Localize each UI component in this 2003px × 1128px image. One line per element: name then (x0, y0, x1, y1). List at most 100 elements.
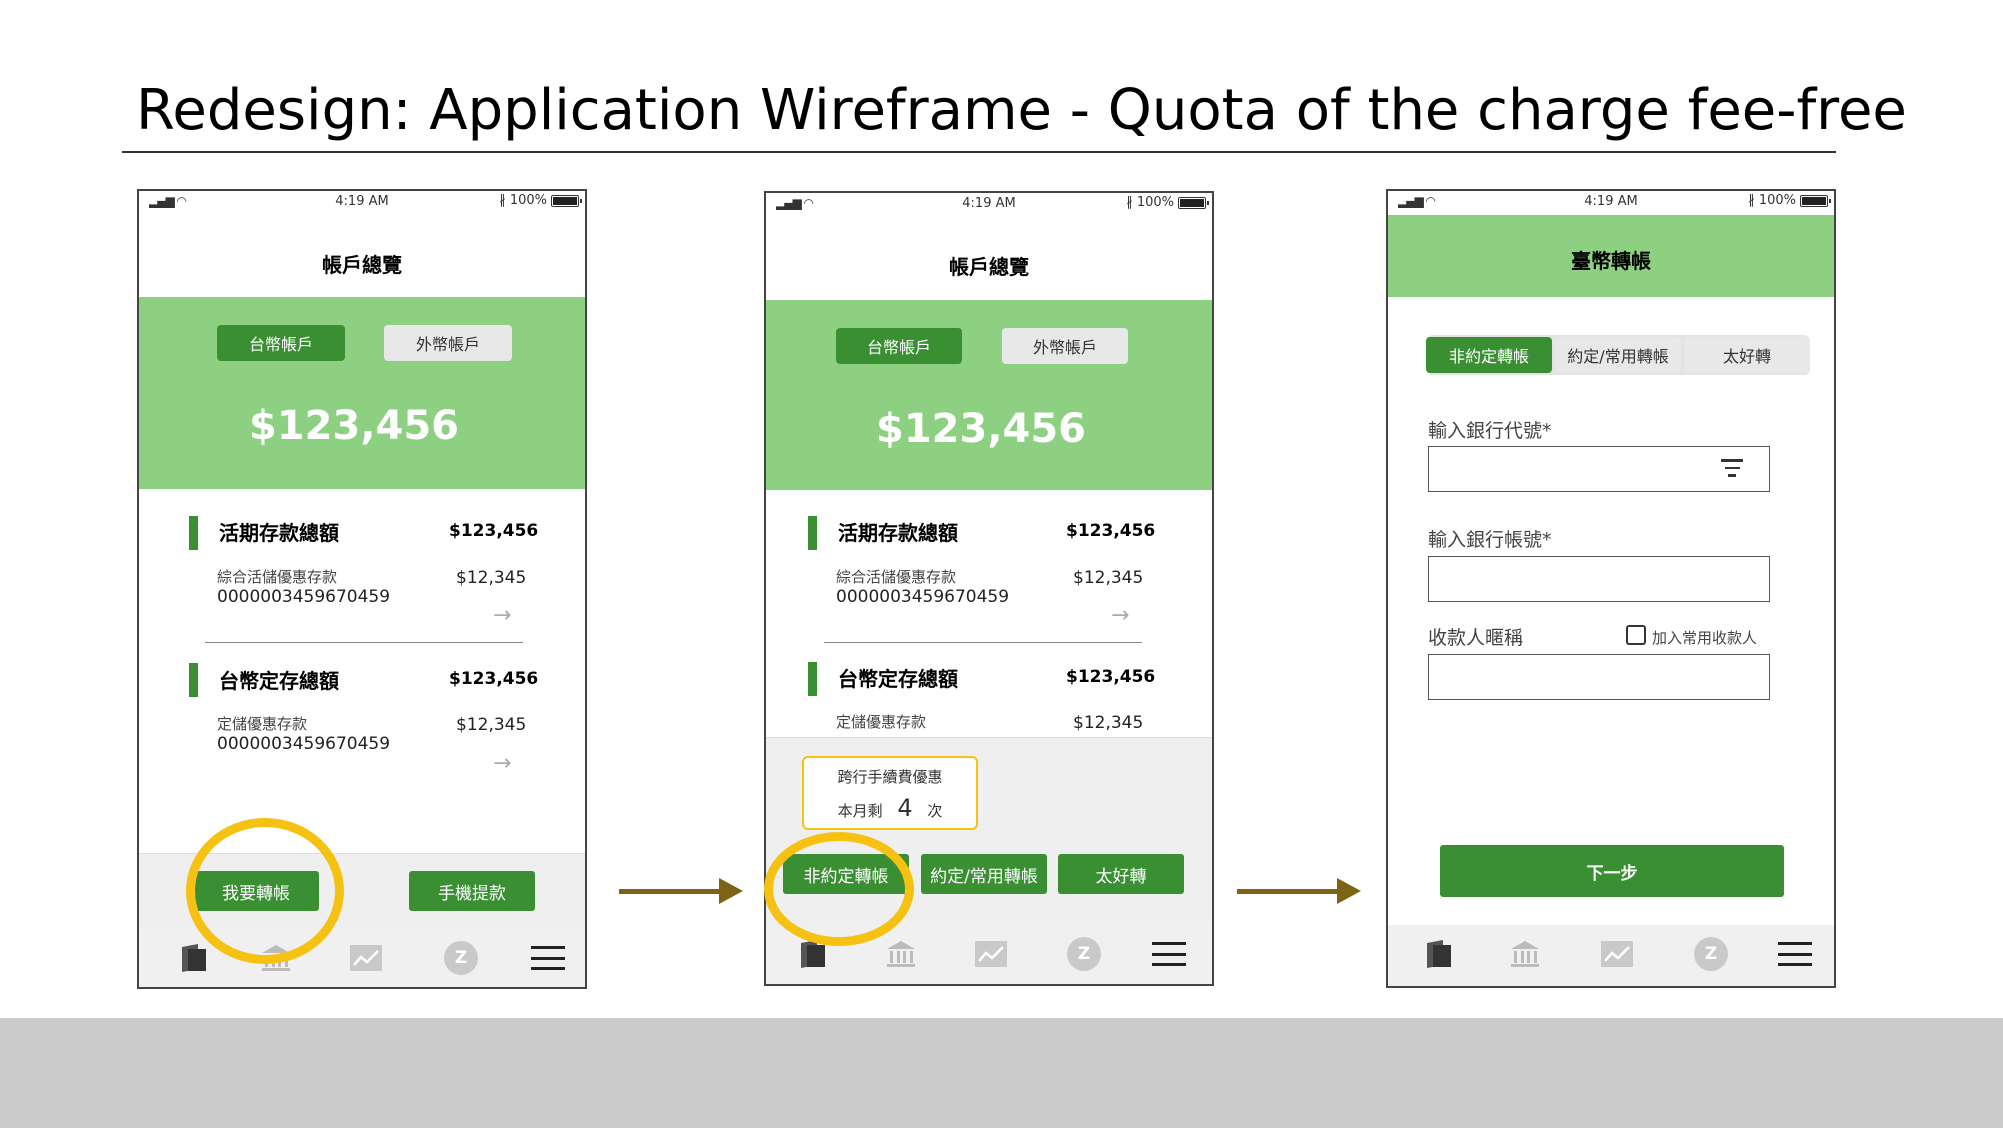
chart-icon[interactable] (974, 937, 1008, 971)
mobile-withdraw-button[interactable]: 手機提款 (409, 871, 535, 911)
title-divider (122, 151, 1836, 153)
highlight-circle-transfer (186, 818, 344, 964)
add-payee-label: 加入常用收款人 (1652, 629, 1758, 647)
battery-icon (1800, 194, 1831, 207)
tab-twd-account[interactable]: 台幣帳戶 (836, 328, 962, 364)
chart-icon[interactable] (349, 941, 383, 975)
account-name: 綜合活儲優惠存款 (836, 568, 957, 586)
menu-icon[interactable] (531, 941, 565, 975)
quota-suffix: 次 (927, 802, 943, 820)
account-amount: $12,345 (1073, 713, 1144, 733)
status-bar: ▂▄▆ ◠ 4:19 AM ∦ 100% (1388, 191, 1834, 213)
flow-arrow-1 (619, 878, 743, 904)
tab-quick-transfer[interactable]: 太好轉 (1684, 337, 1810, 373)
tab-non-designated[interactable]: 非約定轉帳 (1426, 337, 1552, 373)
wallet-icon[interactable] (1422, 937, 1456, 971)
section-total-time-deposit: $123,456 (1066, 667, 1156, 687)
tab-foreign-account[interactable]: 外幣帳戶 (1002, 328, 1128, 364)
bluetooth-icon: ∦ (1748, 193, 1755, 208)
account-name: 綜合活儲優惠存款 (217, 568, 338, 586)
bluetooth-icon: ∦ (499, 193, 506, 208)
page-title: 帳戶總覽 (949, 255, 1029, 279)
tab-twd-account[interactable]: 台幣帳戶 (217, 325, 345, 361)
section-title-savings: 活期存款總額 (838, 521, 958, 545)
section-marker (808, 516, 817, 550)
account-name: 定儲優惠存款 (836, 713, 927, 731)
section-title-savings: 活期存款總額 (219, 521, 339, 545)
chart-icon[interactable] (1600, 937, 1634, 971)
section-marker (808, 662, 817, 696)
slide-title: Redesign: Application Wireframe - Quota … (136, 78, 1907, 143)
total-balance: $123,456 (248, 403, 460, 449)
account-number: 0000003459670459 (836, 587, 1010, 607)
account-amount: $12,345 (456, 568, 527, 588)
bank-icon[interactable] (884, 937, 918, 971)
status-bar: ▂▄▆ ◠ 4:19 AM ∦ 100% (139, 191, 585, 213)
balance-panel: 台幣帳戶 外幣帳戶 $123,456 (139, 297, 585, 489)
bank-code-label: 輸入銀行代號* (1428, 420, 1552, 442)
z-icon[interactable]: Z (444, 941, 478, 975)
section-marker (189, 516, 198, 550)
bluetooth-icon: ∦ (1126, 195, 1133, 210)
section-marker (189, 663, 198, 697)
bank-code-input[interactable] (1428, 446, 1770, 492)
menu-icon[interactable] (1152, 937, 1186, 971)
battery-label: 100% (1758, 193, 1796, 208)
account-name: 定儲優惠存款 (217, 715, 308, 733)
footer-band (0, 1018, 2003, 1128)
header-bar: 臺幣轉帳 (1388, 215, 1834, 297)
quota-count: 4 (897, 794, 913, 822)
designated-transfer-button[interactable]: 約定/常用轉帳 (921, 854, 1047, 894)
account-number: 0000003459670459 (217, 734, 391, 754)
battery-icon (551, 194, 582, 207)
tab-foreign-account[interactable]: 外幣帳戶 (384, 325, 512, 361)
battery-label: 100% (1136, 195, 1174, 210)
page-title: 帳戶總覽 (322, 253, 402, 277)
wallet-icon[interactable] (177, 941, 211, 975)
nickname-label: 收款人暱稱 (1428, 627, 1524, 649)
divider (205, 642, 523, 643)
battery-label: 100% (509, 193, 547, 208)
quota-title: 跨行手續費優惠 (837, 768, 943, 786)
section-total-savings: $123,456 (449, 521, 539, 541)
bank-icon[interactable] (1508, 937, 1542, 971)
battery-indicator: ∦ 100% (1126, 195, 1209, 210)
total-balance: $123,456 (875, 406, 1087, 452)
quota-remaining: 本月剩 4 次 (804, 794, 976, 822)
tab-designated[interactable]: 約定/常用轉帳 (1555, 337, 1681, 373)
highlight-circle-non-designated (764, 832, 914, 946)
status-bar: ▂▄▆ ◠ 4:19 AM ∦ 100% (766, 193, 1212, 215)
battery-indicator: ∦ 100% (499, 193, 582, 208)
balance-panel: 台幣帳戶 外幣帳戶 $123,456 (766, 300, 1212, 490)
section-total-savings: $123,456 (1066, 521, 1156, 541)
account-number: 0000003459670459 (217, 587, 391, 607)
next-step-button[interactable]: 下一步 (1440, 845, 1784, 897)
nickname-input[interactable] (1428, 654, 1770, 700)
quick-transfer-button[interactable]: 太好轉 (1058, 854, 1184, 894)
filter-icon[interactable] (1721, 459, 1743, 479)
section-title-time-deposit: 台幣定存總額 (219, 669, 339, 693)
battery-indicator: ∦ 100% (1748, 193, 1831, 208)
divider (824, 642, 1142, 643)
section-total-time-deposit: $123,456 (449, 669, 539, 689)
battery-icon (1178, 196, 1209, 209)
page-title: 臺幣轉帳 (1571, 249, 1651, 273)
arrow-right-icon[interactable]: → (1111, 603, 1129, 628)
bottom-tab-bar: Z (1388, 925, 1834, 986)
arrow-right-icon[interactable]: → (493, 603, 511, 628)
z-icon[interactable]: Z (1694, 937, 1728, 971)
section-title-time-deposit: 台幣定存總額 (838, 667, 958, 691)
phone-screen-twd-transfer: ▂▄▆ ◠ 4:19 AM ∦ 100% 臺幣轉帳 非約定轉帳 約定/常用轉帳 太… (1386, 189, 1836, 988)
z-icon[interactable]: Z (1067, 937, 1101, 971)
flow-arrow-2 (1237, 878, 1361, 904)
fee-quota-card: 跨行手續費優惠 本月剩 4 次 (802, 756, 978, 830)
account-number-label: 輸入銀行帳號* (1428, 529, 1552, 551)
account-amount: $12,345 (1073, 568, 1144, 588)
menu-icon[interactable] (1778, 937, 1812, 971)
transfer-type-tabs: 非約定轉帳 約定/常用轉帳 太好轉 (1426, 335, 1810, 375)
quota-prefix: 本月剩 (837, 802, 883, 820)
account-number-input[interactable] (1428, 556, 1770, 602)
arrow-right-icon[interactable]: → (493, 751, 511, 776)
account-amount: $12,345 (456, 715, 527, 735)
add-payee-checkbox[interactable] (1626, 625, 1646, 645)
